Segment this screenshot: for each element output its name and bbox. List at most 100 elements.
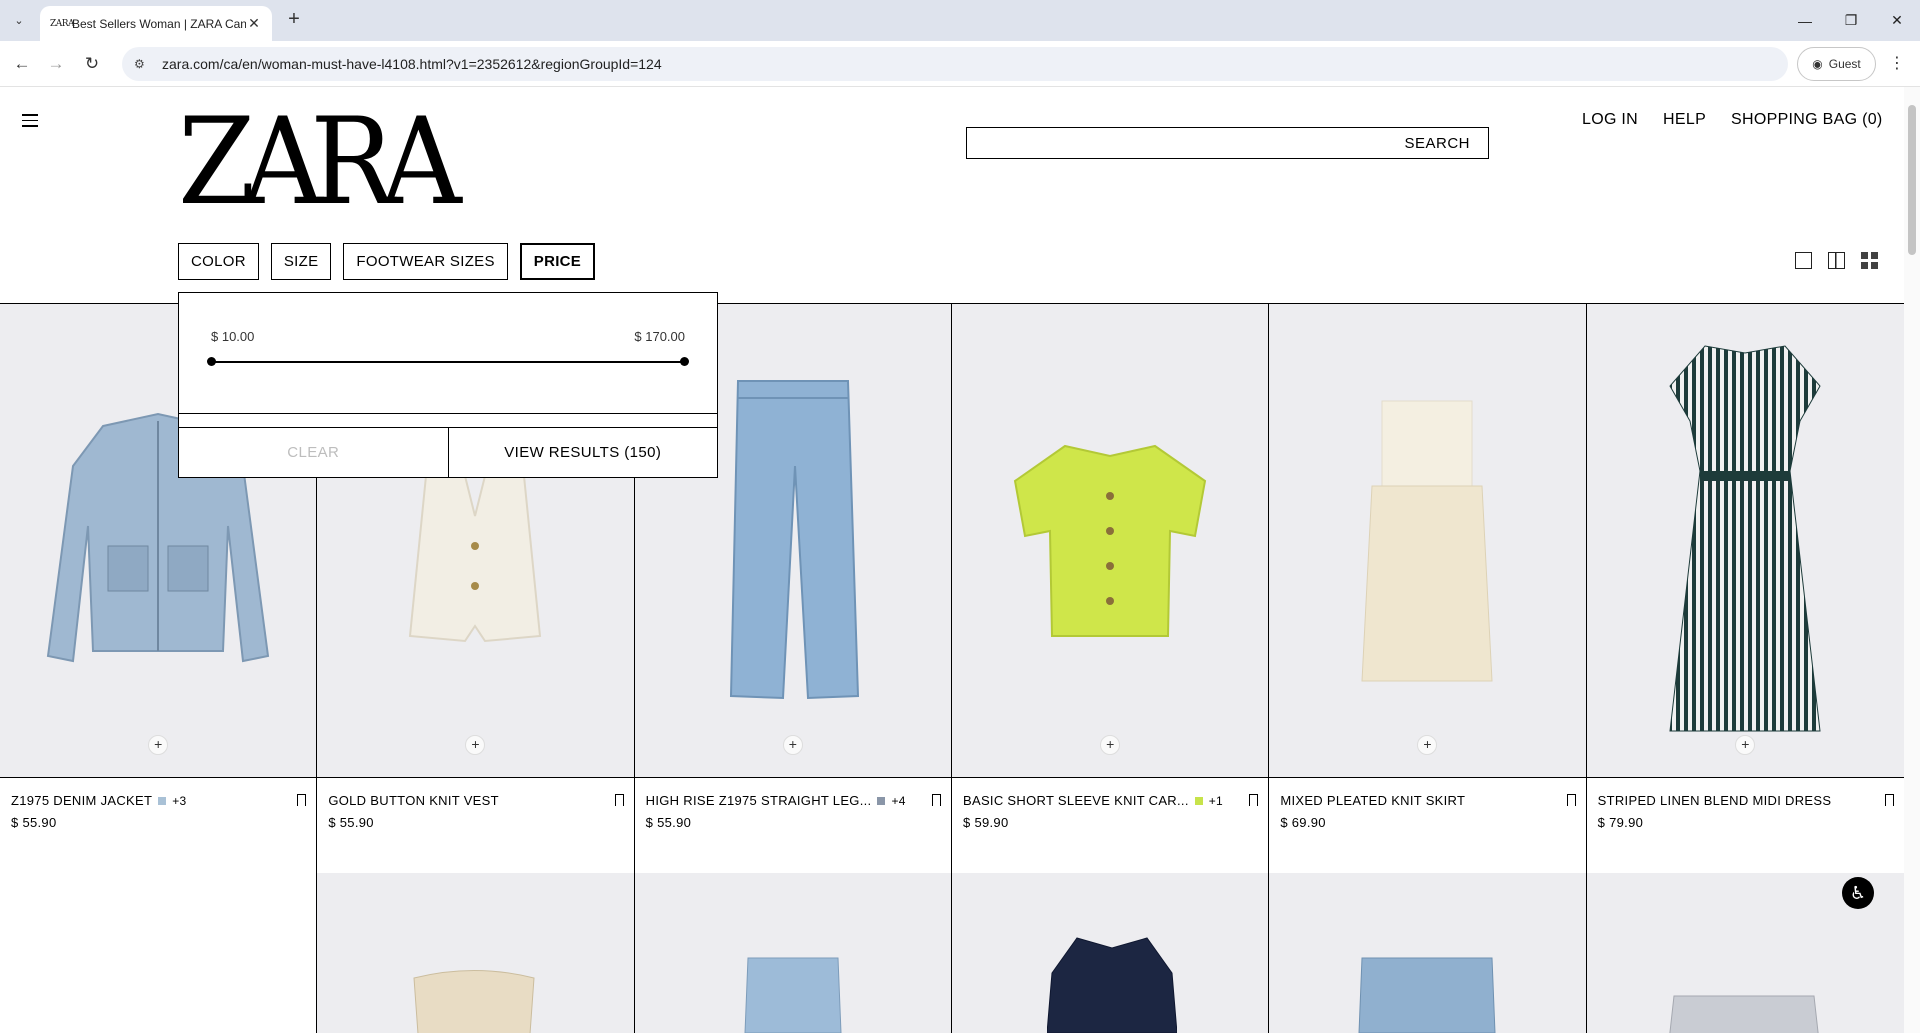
scrollbar-thumb[interactable] <box>1908 105 1916 255</box>
color-swatch <box>1194 796 1203 805</box>
zara-favicon-icon: ZARA <box>50 18 75 29</box>
filter-bar: COLOR SIZE FOOTWEAR SIZES PRICE <box>178 243 596 280</box>
product-image[interactable]: + <box>952 304 1269 778</box>
page-scrollbar[interactable] <box>1904 87 1920 1033</box>
product-card[interactable] <box>0 873 318 1033</box>
shopping-bag-link[interactable]: SHOPPING BAG (0) <box>1731 111 1883 129</box>
product-card[interactable] <box>1269 873 1587 1033</box>
filter-color-button[interactable]: COLOR <box>178 243 259 280</box>
tab-list-dropdown-icon[interactable]: ⌄ <box>8 9 30 31</box>
product-name[interactable]: BASIC SHORT SLEEVE KNIT CAR... <box>963 793 1189 808</box>
bookmark-icon[interactable] <box>1885 794 1894 806</box>
product-name-row: MIXED PLEATED KNIT SKIRT <box>1280 793 1575 808</box>
add-to-bag-icon[interactable]: + <box>465 735 486 755</box>
tab-title: Best Sellers Woman | ZARA Canada <box>72 16 246 31</box>
product-info: MIXED PLEATED KNIT SKIRT $ 69.90 <box>1280 793 1576 830</box>
product-grid-row-2 <box>0 873 1904 1033</box>
price-max-label: $ 170.00 <box>634 329 685 344</box>
bookmark-icon[interactable] <box>614 794 624 806</box>
product-name[interactable]: Z1975 DENIM JACKET <box>11 793 152 808</box>
product-card[interactable]: + BASIC SHORT SLEEVE KNIT CAR... +1 $ 59… <box>952 304 1270 874</box>
filter-size-button[interactable]: SIZE <box>270 243 332 280</box>
site-info-icon[interactable]: ⚙ <box>134 57 156 71</box>
clear-button[interactable]: CLEAR <box>179 427 449 477</box>
bookmark-icon[interactable] <box>1566 794 1576 806</box>
profile-label: Guest <box>1828 57 1861 71</box>
product-info: STRIPED LINEN BLEND MIDI DRESS $ 79.90 <box>1598 793 1894 830</box>
product-name[interactable]: HIGH RISE Z1975 STRAIGHT LEG... <box>646 793 872 808</box>
product-card[interactable]: + MIXED PLEATED KNIT SKIRT $ 69.90 <box>1269 304 1587 874</box>
product-price: $ 55.90 <box>645 815 692 830</box>
product-price: $ 55.90 <box>328 815 374 830</box>
product-name[interactable]: MIXED PLEATED KNIT SKIRT <box>1280 793 1465 808</box>
bookmark-icon[interactable] <box>932 794 941 806</box>
reload-icon[interactable]: ↻ <box>78 50 106 78</box>
divider <box>179 413 717 414</box>
minimize-icon[interactable]: — <box>1782 0 1828 41</box>
window-controls: — ❐ ✕ <box>1782 0 1920 41</box>
browser-toolbar: ← → ↻ ⚙ zara.com/ca/en/woman-must-have-l… <box>0 41 1920 87</box>
add-to-bag-icon[interactable]: + <box>1100 735 1121 755</box>
bookmark-icon[interactable] <box>1249 794 1259 806</box>
more-colors: +3 <box>172 793 187 808</box>
more-colors: +4 <box>891 793 906 808</box>
more-colors: +1 <box>1208 793 1224 808</box>
view-double-icon[interactable] <box>1828 252 1845 269</box>
product-image[interactable]: + <box>1269 304 1586 778</box>
forward-icon[interactable]: → <box>42 50 70 78</box>
add-to-bag-icon[interactable]: + <box>1735 735 1756 755</box>
color-swatch <box>158 796 167 805</box>
add-to-bag-icon[interactable]: + <box>148 735 169 755</box>
profile-icon: ◉ <box>1812 57 1823 71</box>
product-name-row: BASIC SHORT SLEEVE KNIT CAR... +1 <box>963 793 1258 808</box>
logo-text: ZARA <box>178 93 462 232</box>
add-to-bag-icon[interactable]: + <box>782 735 803 755</box>
restore-icon[interactable]: ❐ <box>1828 0 1874 41</box>
view-single-icon[interactable] <box>1795 252 1812 269</box>
product-name[interactable]: GOLD BUTTON KNIT VEST <box>328 793 499 808</box>
add-to-bag-icon[interactable]: + <box>1417 735 1438 755</box>
browser-tab[interactable]: ZARA Best Sellers Woman | ZARA Canada ✕ <box>40 6 272 41</box>
help-link[interactable]: HELP <box>1663 111 1706 129</box>
browser-tab-bar: ⌄ ZARA Best Sellers Woman | ZARA Canada … <box>0 0 1920 41</box>
product-card[interactable] <box>634 873 952 1033</box>
zara-logo[interactable]: ZARA <box>178 93 462 232</box>
new-tab-icon[interactable]: + <box>282 8 306 32</box>
price-filter-popover: $ 10.00 $ 170.00 CLEAR VIEW RESULTS (150… <box>178 292 718 478</box>
hamburger-icon[interactable] <box>22 114 38 127</box>
view-results-button[interactable]: VIEW RESULTS (150) <box>449 427 718 477</box>
price-slider-min-handle[interactable] <box>207 357 216 366</box>
product-info: BASIC SHORT SLEEVE KNIT CAR... +1 $ 59.9… <box>963 793 1259 830</box>
close-window-icon[interactable]: ✕ <box>1874 0 1920 41</box>
ruffle-skirt-image <box>1669 995 1819 1033</box>
price-slider-max-handle[interactable] <box>680 357 689 366</box>
crochet-top-image <box>413 970 535 1033</box>
login-link[interactable]: LOG IN <box>1582 111 1638 129</box>
price-filter-actions: CLEAR VIEW RESULTS (150) <box>179 427 717 477</box>
profile-button[interactable]: ◉ Guest <box>1797 47 1876 81</box>
product-card[interactable] <box>952 873 1270 1033</box>
product-card[interactable] <box>317 873 635 1033</box>
product-name[interactable]: STRIPED LINEN BLEND MIDI DRESS <box>1598 793 1832 808</box>
product-image[interactable]: + <box>1586 304 1904 778</box>
denim-skirt-image <box>1358 957 1496 1033</box>
filter-price-button[interactable]: PRICE <box>519 243 596 280</box>
close-tab-icon[interactable]: ✕ <box>246 15 262 32</box>
browser-menu-icon[interactable]: ⋮ <box>1885 50 1909 78</box>
striped-dress-image <box>1669 344 1821 731</box>
filter-footwear-sizes-button[interactable]: FOOTWEAR SIZES <box>343 243 508 280</box>
accessibility-icon[interactable]: ♿ <box>1842 877 1874 909</box>
view-grid-icon[interactable] <box>1861 252 1878 269</box>
product-info: HIGH RISE Z1975 STRAIGHT LEG... +4 $ 55.… <box>646 793 941 830</box>
product-price: $ 79.90 <box>1597 815 1644 830</box>
color-swatch <box>877 796 886 805</box>
back-icon[interactable]: ← <box>8 50 36 78</box>
price-min-label: $ 10.00 <box>211 329 255 344</box>
search-input[interactable]: SEARCH <box>966 127 1489 159</box>
product-name-row: Z1975 DENIM JACKET +3 <box>11 793 306 808</box>
address-bar[interactable]: ⚙ zara.com/ca/en/woman-must-have-l4108.h… <box>122 47 1788 81</box>
product-card[interactable]: + STRIPED LINEN BLEND MIDI DRESS $ 79.90 <box>1586 304 1904 874</box>
bookmark-icon[interactable] <box>297 794 307 806</box>
price-slider-track[interactable] <box>211 361 685 363</box>
header-links: LOG IN HELP SHOPPING BAG (0) <box>1582 111 1883 129</box>
